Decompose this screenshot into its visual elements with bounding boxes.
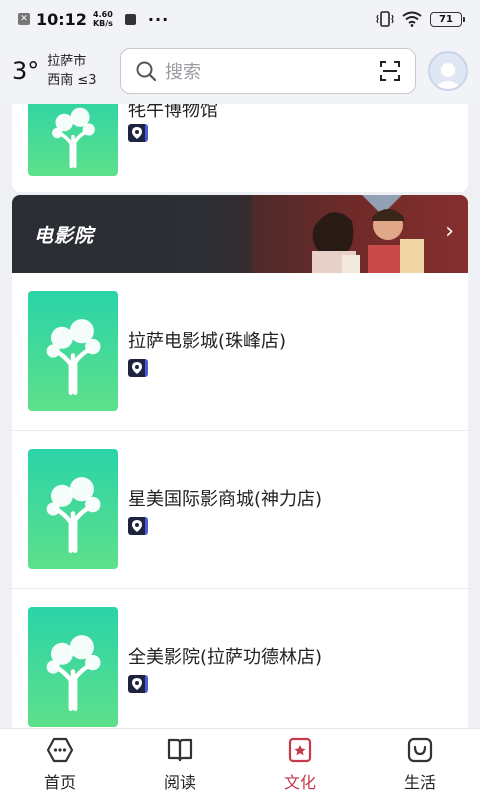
nav-read[interactable]: 阅读 <box>120 729 240 800</box>
tree-logo-icon <box>46 319 101 395</box>
wifi-icon <box>402 11 422 27</box>
banner-title: 电影院 <box>34 225 95 247</box>
home-icon <box>46 737 74 762</box>
tree-logo-icon <box>52 107 95 168</box>
close-notification-icon: ✕ <box>18 13 30 25</box>
cinema-list: 拉萨电影城(珠峰店) 星美国际影商城(神力店) 全美影院(拉萨功德林店) <box>12 273 468 728</box>
nav-label: 首页 <box>43 772 76 792</box>
location-pin-icon[interactable] <box>128 517 148 535</box>
item-title: 全美影院(拉萨功德林店) <box>128 647 323 668</box>
life-icon <box>407 737 433 762</box>
list-item[interactable]: 全美影院(拉萨功德林店) <box>12 589 468 728</box>
header: 3° 拉萨市 西南 ≤3 搜索 <box>0 38 480 104</box>
item-title: 星美国际影商城(神力店) <box>128 489 323 510</box>
notification-icon <box>124 13 136 25</box>
scan-icon[interactable] <box>379 60 401 82</box>
avatar[interactable] <box>428 51 468 91</box>
status-bar: ✕ 10:12 4.60 KB/s ··· 71 <box>0 0 480 38</box>
search-placeholder: 搜索 <box>165 62 201 83</box>
culture-icon <box>288 737 312 762</box>
nav-life[interactable]: 生活 <box>360 729 480 800</box>
location-pin-icon[interactable] <box>128 359 148 377</box>
more-notifications-icon: ··· <box>147 9 170 29</box>
nav-label: 阅读 <box>163 772 196 792</box>
nav-home[interactable]: 首页 <box>0 729 120 800</box>
tree-logo-thumbnail <box>28 607 118 727</box>
network-speed-unit: KB/s <box>92 19 113 28</box>
list-item[interactable]: 牦牛博物馆 <box>12 104 468 192</box>
nav-culture[interactable]: 文化 <box>240 729 360 800</box>
nav-label: 文化 <box>283 772 316 792</box>
temperature: 3° <box>12 57 40 85</box>
tree-logo-thumbnail <box>28 104 118 176</box>
vibrate-icon <box>376 11 394 27</box>
user-icon <box>434 63 462 89</box>
location-pin-icon[interactable] <box>128 124 148 142</box>
clock: 10:12 <box>36 9 87 29</box>
battery-indicator: 71 <box>430 11 465 27</box>
search-icon <box>136 61 157 82</box>
wind-info: 西南 ≤3 <box>47 73 97 88</box>
cinema-banner[interactable]: 电影院 › <box>12 195 468 273</box>
book-icon <box>167 738 193 761</box>
item-title: 牦牛博物馆 <box>128 104 218 121</box>
tree-logo-thumbnail <box>28 449 118 569</box>
tree-logo-icon <box>46 477 101 553</box>
content-area[interactable]: 牦牛博物馆 电影院 › 拉萨电影城(珠峰店) 星美国际影商城(神力店) 全美影院… <box>12 104 468 728</box>
tree-logo-icon <box>46 635 101 711</box>
location-pin-icon[interactable] <box>128 675 148 693</box>
city-name: 拉萨市 <box>47 54 87 69</box>
nav-label: 生活 <box>403 772 436 792</box>
chevron-right-icon: › <box>445 219 454 244</box>
weather-widget[interactable]: 3° 拉萨市 西南 ≤3 <box>12 52 120 90</box>
list-item[interactable]: 星美国际影商城(神力店) <box>12 431 468 589</box>
tree-logo-thumbnail <box>28 291 118 411</box>
list-item[interactable]: 拉萨电影城(珠峰店) <box>12 273 468 431</box>
item-title: 拉萨电影城(珠峰店) <box>128 331 287 352</box>
network-speed-value: 4.60 <box>93 10 113 19</box>
network-speed: 4.60 KB/s <box>93 10 113 28</box>
search-input[interactable]: 搜索 <box>120 48 416 94</box>
bottom-nav: 首页 阅读 文化 生活 <box>0 728 480 800</box>
